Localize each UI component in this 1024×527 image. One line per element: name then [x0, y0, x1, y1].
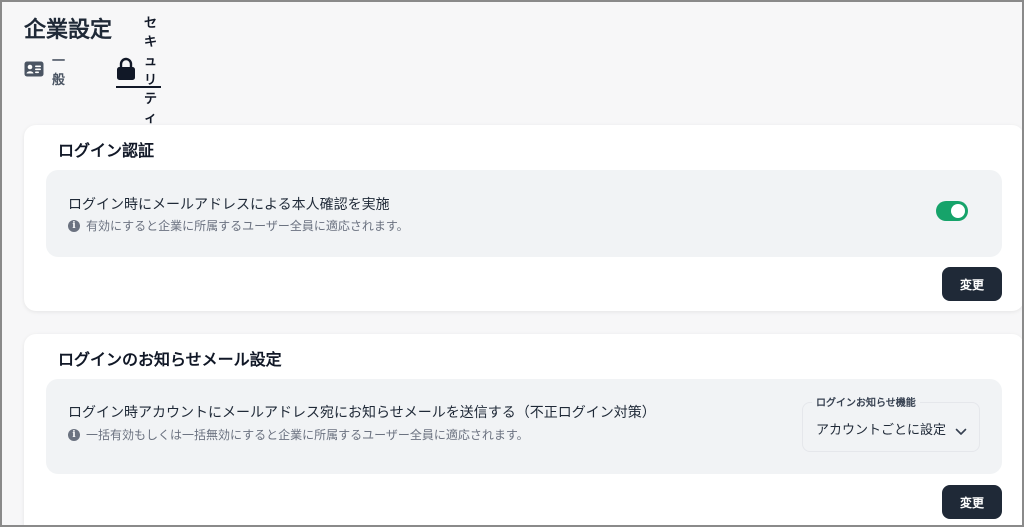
id-card-icon	[24, 61, 44, 77]
login-auth-desc-text: 有効にすると企業に所属するユーザー全員に適応されます。	[86, 219, 409, 233]
page-title: 企業設定	[24, 18, 113, 43]
tab-general-label: 一般	[52, 54, 66, 88]
login-auth-setting-row: ログイン時にメールアドレスによる本人確認を実施 i 有効にすると企業に所属するユ…	[46, 170, 1002, 257]
lock-icon	[116, 57, 136, 81]
email-verification-toggle[interactable]	[936, 201, 968, 221]
login-notify-select[interactable]: ログインお知らせ機能 アカウントごとに設定	[802, 394, 980, 452]
login-notify-setting-label: ログイン時アカウントにメールアドレス宛にお知らせメールを送信する（不正ログイン対…	[68, 405, 656, 421]
tab-general[interactable]: 一般	[24, 50, 65, 88]
login-auth-card: ログイン認証 ログイン時にメールアドレスによる本人確認を実施 i 有効にすると企…	[24, 125, 1024, 311]
info-icon: i	[68, 428, 80, 441]
login-auth-setting-label: ログイン時にメールアドレスによる本人確認を実施	[68, 197, 390, 213]
login-notify-select-caption: ログインお知らせ機能	[812, 394, 920, 409]
login-notify-change-button[interactable]: 変更	[942, 485, 1002, 519]
login-notify-setting-desc: i 一括有効もしくは一括無効にすると企業に所属するユーザー全員に適応されます。	[68, 426, 529, 443]
login-auth-title: ログイン認証	[58, 141, 155, 160]
tab-security[interactable]: セキュリティ	[116, 16, 162, 126]
login-notify-setting-row: ログイン時アカウントにメールアドレス宛にお知らせメールを送信する（不正ログイン対…	[46, 379, 1002, 474]
login-notify-title: ログインのお知らせメール設定	[58, 350, 282, 369]
login-notify-card: ログインのお知らせメール設定 ログイン時アカウントにメールアドレス宛にお知らせメ…	[24, 334, 1024, 527]
login-auth-change-button[interactable]: 変更	[942, 267, 1002, 301]
toggle-knob	[951, 204, 965, 218]
info-icon: i	[68, 219, 80, 232]
login-notify-desc-text: 一括有効もしくは一括無効にすると企業に所属するユーザー全員に適応されます。	[86, 428, 529, 442]
tab-security-label: セキュリティ	[144, 16, 158, 126]
chevron-down-icon	[955, 421, 967, 440]
login-auth-setting-desc: i 有効にすると企業に所属するユーザー全員に適応されます。	[68, 217, 409, 234]
login-notify-select-value: アカウントごとに設定	[816, 423, 947, 438]
